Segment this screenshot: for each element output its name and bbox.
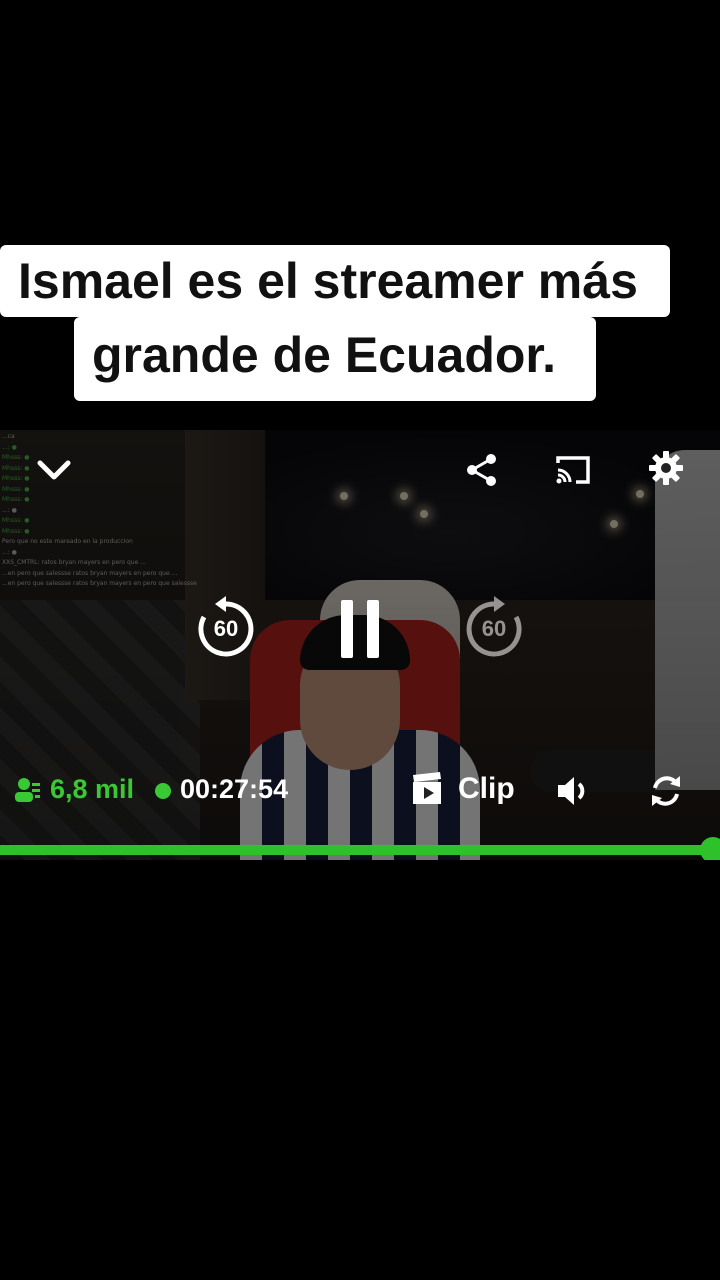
pause-button[interactable]	[330, 594, 390, 664]
cast-icon[interactable]	[550, 448, 596, 492]
viewers-icon	[15, 777, 40, 802]
live-indicator	[155, 783, 171, 799]
viewer-count-label: 6,8 mil	[50, 774, 135, 804]
player-info-bar: 6,8 mil 00:27:54 Clip	[0, 766, 720, 816]
caption-line-1: Ismael es el streamer más	[0, 245, 670, 317]
replay-60-button[interactable]: 60	[193, 596, 259, 662]
seek-forward-label: 60	[481, 616, 507, 641]
forward-60-button[interactable]: 60	[461, 596, 527, 662]
gear-icon[interactable]	[644, 446, 688, 490]
stream-uptime: 00:27:54	[180, 774, 289, 804]
clip-label: Clip	[458, 772, 515, 805]
share-icon[interactable]	[460, 448, 504, 492]
progress-bar[interactable]	[0, 837, 720, 860]
seek-back-label: 60	[213, 616, 239, 641]
chevron-down-icon[interactable]	[30, 450, 78, 490]
video-player[interactable]: ...ca...: ●Mhsss: ●Mhsss: ●Mhsss: ●Mhsss…	[0, 430, 720, 860]
progress-handle[interactable]	[699, 837, 720, 860]
caption-line-2: grande de Ecuador.	[74, 317, 596, 401]
progress-fill	[0, 845, 713, 855]
rotate-icon[interactable]	[644, 770, 688, 812]
viewer-count: 6,8 mil	[14, 774, 134, 805]
pause-icon	[341, 600, 379, 658]
clip-button[interactable]: Clip	[410, 772, 515, 806]
clip-icon	[413, 772, 441, 804]
volume-icon[interactable]	[552, 770, 594, 812]
